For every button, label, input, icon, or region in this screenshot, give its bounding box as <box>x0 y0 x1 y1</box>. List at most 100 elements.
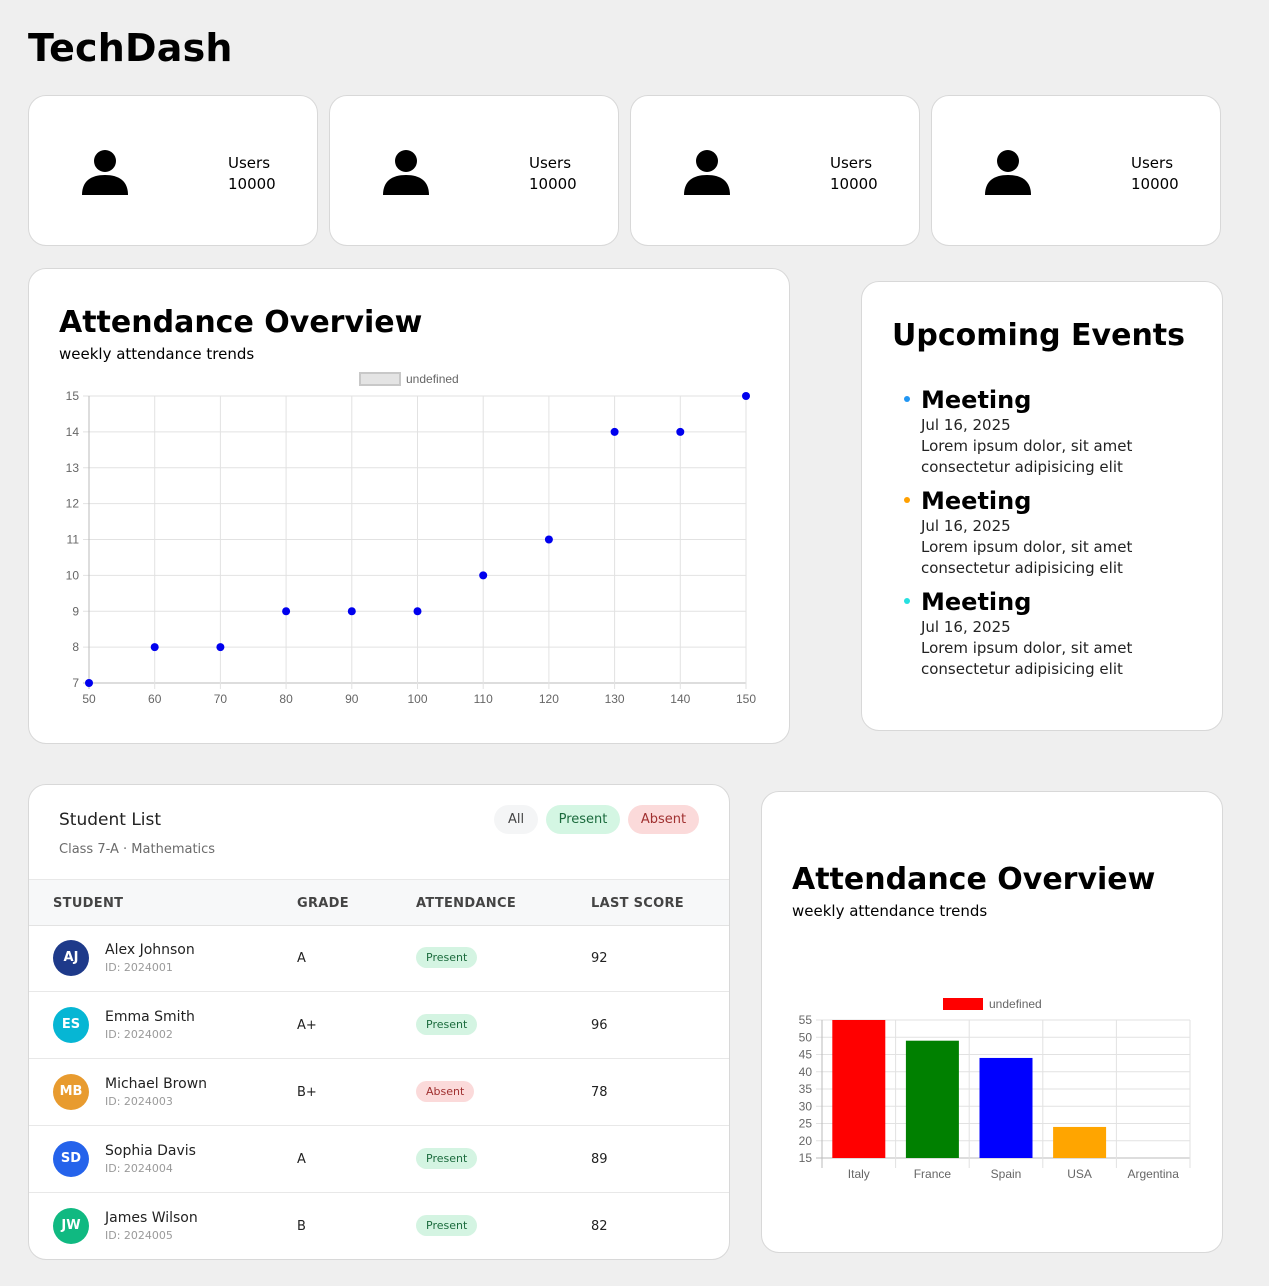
y-tick-label: 9 <box>72 604 79 618</box>
stat-card-users: Users 10000 <box>28 95 318 246</box>
stat-value: 10000 <box>228 175 276 193</box>
x-tick-label: Argentina <box>1128 1167 1180 1181</box>
y-tick-label: 8 <box>72 640 79 654</box>
student-id: ID: 2024002 <box>105 1028 173 1041</box>
y-tick-label: 15 <box>799 1151 813 1165</box>
x-tick-label: Italy <box>848 1167 870 1181</box>
event-date: Jul 16, 2025 <box>921 416 1011 434</box>
table-row[interactable]: SD Sophia Davis ID: 2024004 A Present 89 <box>29 1126 729 1193</box>
avatar: JW <box>53 1208 89 1244</box>
column-header-attendance[interactable]: ATTENDANCE <box>416 896 516 911</box>
stat-label: Users <box>830 154 873 172</box>
y-tick-label: 7 <box>72 676 79 690</box>
bar <box>1053 1126 1107 1158</box>
attendance-bar-subtitle: weekly attendance trends <box>792 902 988 920</box>
data-point <box>544 535 553 544</box>
x-tick-label: 70 <box>214 692 228 706</box>
user-icon <box>985 150 1031 195</box>
event-dot <box>904 396 910 402</box>
user-icon <box>684 150 730 195</box>
stat-value: 10000 <box>1131 175 1179 193</box>
upcoming-events-card: Upcoming Events Meeting Jul 16, 2025 Lor… <box>861 281 1223 731</box>
filter-absent-button[interactable]: Absent <box>628 805 699 834</box>
x-tick-label: 140 <box>670 692 690 706</box>
attendance-badge: Present <box>416 947 478 968</box>
table-row[interactable]: AJ Alex Johnson ID: 2024001 A Present 92 <box>29 925 729 992</box>
stat-value: 10000 <box>830 175 878 193</box>
legend-label: undefined <box>989 997 1042 1011</box>
attendance-badge: Absent <box>416 1081 475 1102</box>
attendance-bar-chart: undefined 15 20 25 30 35 40 45 50 55 Italy France Sp… <box>799 997 1191 1181</box>
event-item[interactable]: Meeting Jul 16, 2025 Lorem ipsum dolor, … <box>892 385 1212 478</box>
student-name: Michael Brown <box>105 1076 208 1092</box>
attendance-title: Attendance Overview <box>59 305 423 340</box>
table-row[interactable]: ES Emma Smith ID: 2024002 A+ Present 96 <box>29 992 729 1059</box>
bar <box>832 1020 886 1158</box>
column-header-last-score[interactable]: LAST SCORE <box>591 896 684 911</box>
stat-card-users: Users 10000 <box>329 95 619 246</box>
attendance-bar-card: Attendance Overview weekly attendance tr… <box>761 791 1223 1253</box>
data-point <box>85 679 93 687</box>
x-tick-label: France <box>914 1167 952 1181</box>
event-item[interactable]: Meeting Jul 16, 2025 Lorem ipsum dolor, … <box>892 486 1212 579</box>
y-tick-label: 20 <box>799 1134 813 1148</box>
x-tick-label: Spain <box>991 1167 1022 1181</box>
y-tick-label: 40 <box>799 1065 813 1079</box>
data-point <box>150 643 159 652</box>
stat-card-users: Users 10000 <box>931 95 1221 246</box>
legend-swatch <box>943 998 983 1010</box>
student-grade: A <box>297 1152 306 1167</box>
table-row[interactable]: JW James Wilson ID: 2024005 B Present 82 <box>29 1193 729 1259</box>
data-point <box>479 571 488 580</box>
event-description: Lorem ipsum dolor, sit amet consectetur … <box>921 538 1133 577</box>
student-list-subtitle: Class 7-A · Mathematics <box>59 842 216 857</box>
column-header-grade[interactable]: GRADE <box>297 896 349 911</box>
attendance-subtitle: weekly attendance trends <box>59 345 255 363</box>
event-date: Jul 16, 2025 <box>921 517 1011 535</box>
filter-all-button[interactable]: All <box>494 805 538 834</box>
table-row[interactable]: MB Michael Brown ID: 2024003 B+ Absent 7… <box>29 1059 729 1126</box>
data-point <box>347 607 356 616</box>
y-tick-label: 14 <box>66 425 80 439</box>
student-score: 89 <box>591 1152 608 1167</box>
stat-label: Users <box>529 154 572 172</box>
event-description: Lorem ipsum dolor, sit amet consectetur … <box>921 639 1133 678</box>
student-score: 82 <box>591 1219 608 1234</box>
student-name: Sophia Davis <box>105 1143 196 1159</box>
data-point <box>610 427 619 436</box>
y-tick-label: 13 <box>66 461 80 475</box>
x-tick-label: 90 <box>345 692 359 706</box>
x-tick-label: 80 <box>279 692 293 706</box>
y-tick-label: 55 <box>799 1013 813 1027</box>
student-score: 96 <box>591 1018 608 1033</box>
event-title: Meeting <box>921 487 1032 515</box>
x-tick-label: USA <box>1067 1167 1092 1181</box>
legend-label: undefined <box>406 372 459 386</box>
x-tick-label: 150 <box>736 692 756 706</box>
data-point <box>282 607 291 616</box>
filter-present-button[interactable]: Present <box>546 805 620 834</box>
y-tick-label: 15 <box>66 389 80 403</box>
event-title: Meeting <box>921 386 1032 414</box>
student-score: 78 <box>591 1085 608 1100</box>
student-name: Alex Johnson <box>105 942 195 958</box>
attendance-badge: Present <box>416 1014 478 1035</box>
student-score: 92 <box>591 951 608 966</box>
y-tick-label: 12 <box>66 497 80 511</box>
avatar: MB <box>53 1074 89 1110</box>
student-id: ID: 2024003 <box>105 1095 173 1108</box>
event-item[interactable]: Meeting Jul 16, 2025 Lorem ipsum dolor, … <box>892 587 1212 680</box>
student-grade: B+ <box>297 1085 317 1100</box>
stat-label: Users <box>1131 154 1174 172</box>
attendance-overview-card: Attendance Overview weekly attendance tr… <box>28 268 790 744</box>
stat-label: Users <box>228 154 271 172</box>
avatar: SD <box>53 1141 89 1177</box>
student-id: ID: 2024005 <box>105 1229 173 1242</box>
y-tick-label: 30 <box>799 1099 813 1113</box>
y-tick-label: 10 <box>66 568 80 582</box>
column-header-student[interactable]: STUDENT <box>53 896 123 911</box>
student-name: Emma Smith <box>105 1009 195 1025</box>
bar <box>905 1040 959 1158</box>
y-tick-label: 35 <box>799 1082 813 1096</box>
attendance-bar-title: Attendance Overview <box>792 862 1156 897</box>
